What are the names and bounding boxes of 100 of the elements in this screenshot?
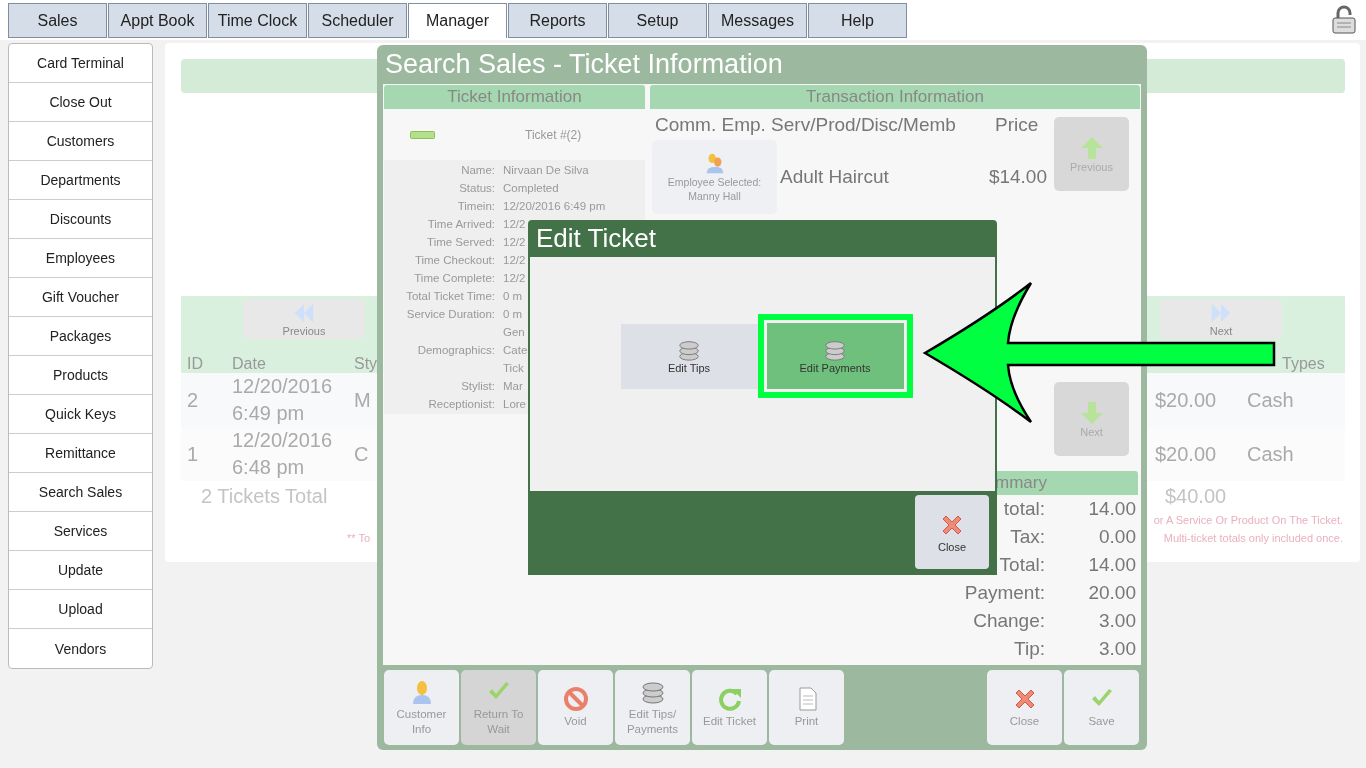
column-header: Price — [995, 114, 1040, 136]
summary-label: total: — [1003, 497, 1045, 521]
summary-value: 14.00 — [1087, 497, 1136, 521]
field-label: Status: — [458, 181, 495, 196]
nav-tab[interactable]: Appt Book — [108, 3, 207, 38]
sidebar-item[interactable]: Upload — [9, 590, 152, 629]
lock-icon[interactable] — [1330, 5, 1358, 35]
sidebar-item[interactable]: Products — [9, 356, 152, 395]
sidebar-item[interactable]: Employees — [9, 239, 152, 278]
double-right-icon — [1209, 301, 1233, 325]
sidebar-item[interactable]: Search Sales — [9, 473, 152, 512]
status-bar-icon — [410, 130, 435, 139]
nav-tab[interactable]: Help — [808, 3, 907, 38]
summary-label: Tip: — [1014, 637, 1045, 661]
no-entry-icon — [562, 686, 589, 712]
table-cell-text: M — [353, 387, 371, 413]
field-value: Nirvaan De Silva — [503, 163, 589, 178]
field-value: 12/2 — [503, 253, 526, 268]
sidebar-item[interactable]: Vendors — [9, 629, 152, 668]
table-cell-text: Cash — [1246, 387, 1294, 413]
field-value: 12/2 — [503, 271, 526, 286]
summary-value: 3.00 — [1098, 637, 1136, 661]
field-value: Mar — [503, 379, 523, 394]
summary-value: 14.00 — [1087, 553, 1136, 577]
column-header: Types — [1281, 355, 1325, 373]
item-name: Adult Haircut — [780, 166, 889, 188]
summary-value: 20.00 — [1087, 581, 1136, 605]
ticket-number: Ticket #(2) — [525, 127, 582, 142]
nav-tab[interactable]: Reports — [508, 3, 607, 38]
section-header: Transaction Information — [650, 85, 1140, 109]
field-label: Time Arrived: — [426, 217, 495, 232]
column-header: Comm. Emp. Serv/Prod/Disc/Memb — [655, 114, 957, 136]
footnote: Multi-ticket totals only included once. — [1163, 531, 1343, 546]
sidebar-item[interactable]: Gift Voucher — [9, 278, 152, 317]
footnote: or A Service Or Product On The Ticket. — [1153, 513, 1343, 528]
field-label: Total Ticket Time: — [405, 289, 495, 304]
sidebar-item[interactable]: Departments — [9, 161, 152, 200]
sidebar-item[interactable]: Quick Keys — [9, 395, 152, 434]
field-value: Lore — [503, 397, 527, 412]
field-label: Time Complete: — [413, 271, 495, 286]
nav-tab[interactable]: Manager — [408, 3, 507, 38]
table-cell-text: 12/20/2016 6:49 pm — [231, 374, 334, 426]
field-value: 12/2 — [503, 235, 526, 250]
nav-tab[interactable]: Setup — [608, 3, 707, 38]
sidebar-item[interactable]: Services — [9, 512, 152, 551]
sidebar-item[interactable]: Packages — [9, 317, 152, 356]
column-header: Sty — [353, 355, 378, 373]
tickets-total: 2 Tickets Total — [200, 484, 329, 508]
field-value: Gen — [503, 325, 525, 340]
field-label: Receptionist: — [427, 397, 495, 412]
field-value: Completed — [503, 181, 559, 196]
database-icon — [677, 338, 701, 362]
field-label: Service Duration: — [405, 307, 495, 322]
option-button[interactable]: Edit Tips — [620, 323, 758, 389]
sidebar-item[interactable]: Customers — [9, 122, 152, 161]
double-left-icon — [292, 301, 316, 325]
nav-tab[interactable]: Messages — [708, 3, 807, 38]
field-value: Tick — [503, 361, 524, 376]
nav-tab[interactable]: Time Clock — [208, 3, 307, 38]
table-cell-text: $20.00 — [1154, 441, 1217, 467]
summary-label: Change: — [973, 609, 1045, 633]
table-cell-text: 1 — [186, 441, 199, 467]
table-cell-text: 12/20/2016 6:48 pm — [231, 428, 334, 480]
dialog-title: Search Sales - Ticket Information — [384, 48, 784, 81]
field-label: Time Served: — [426, 235, 495, 250]
sidebar-item[interactable]: Discounts — [9, 200, 152, 239]
close-button[interactable]: Close — [915, 495, 989, 569]
summary-label: Payment: — [964, 581, 1045, 605]
dialog-title: Edit Ticket — [535, 222, 657, 255]
sidebar-item[interactable]: Close Out — [9, 83, 152, 122]
table-cell-text: 2 — [186, 387, 199, 413]
field-value: Cate — [503, 343, 528, 358]
field-value: 12/2 — [503, 217, 526, 232]
total-payment: $40.00 — [1164, 484, 1228, 508]
sidebar-item[interactable]: Update — [9, 551, 152, 590]
field-label: Name: — [460, 163, 495, 178]
sidebar-item[interactable]: Remittance — [9, 434, 152, 473]
summary-value: 3.00 — [1098, 609, 1136, 633]
summary-label: Tax: — [1010, 525, 1045, 549]
field-label: Stylist: — [460, 379, 495, 394]
summary-label: Total: — [999, 553, 1045, 577]
refresh-icon — [716, 686, 743, 712]
table-cell-text: C — [353, 441, 369, 467]
database-icon — [823, 338, 847, 362]
table-cell-text: Cash — [1246, 441, 1294, 467]
nav-tab[interactable]: Scheduler — [308, 3, 407, 38]
table-cell-text: $20.00 — [1154, 387, 1217, 413]
field-label: Time Checkout: — [413, 253, 495, 268]
sidebar-item[interactable]: Card Terminal — [9, 44, 152, 83]
field-label: Timein: — [456, 199, 495, 214]
footnote: ** To — [347, 531, 371, 546]
field-label: Demographics: — [416, 343, 495, 358]
item-price: $14.00 — [988, 166, 1048, 188]
section-header: Ticket Information — [384, 85, 645, 109]
column-header: Date — [231, 355, 266, 373]
field-value: 0 m — [503, 307, 523, 322]
column-header: ID — [186, 355, 203, 373]
nav-tab[interactable]: Sales — [8, 3, 107, 38]
summary-value: 0.00 — [1098, 525, 1136, 549]
option-button[interactable]: Edit Payments — [757, 314, 913, 398]
